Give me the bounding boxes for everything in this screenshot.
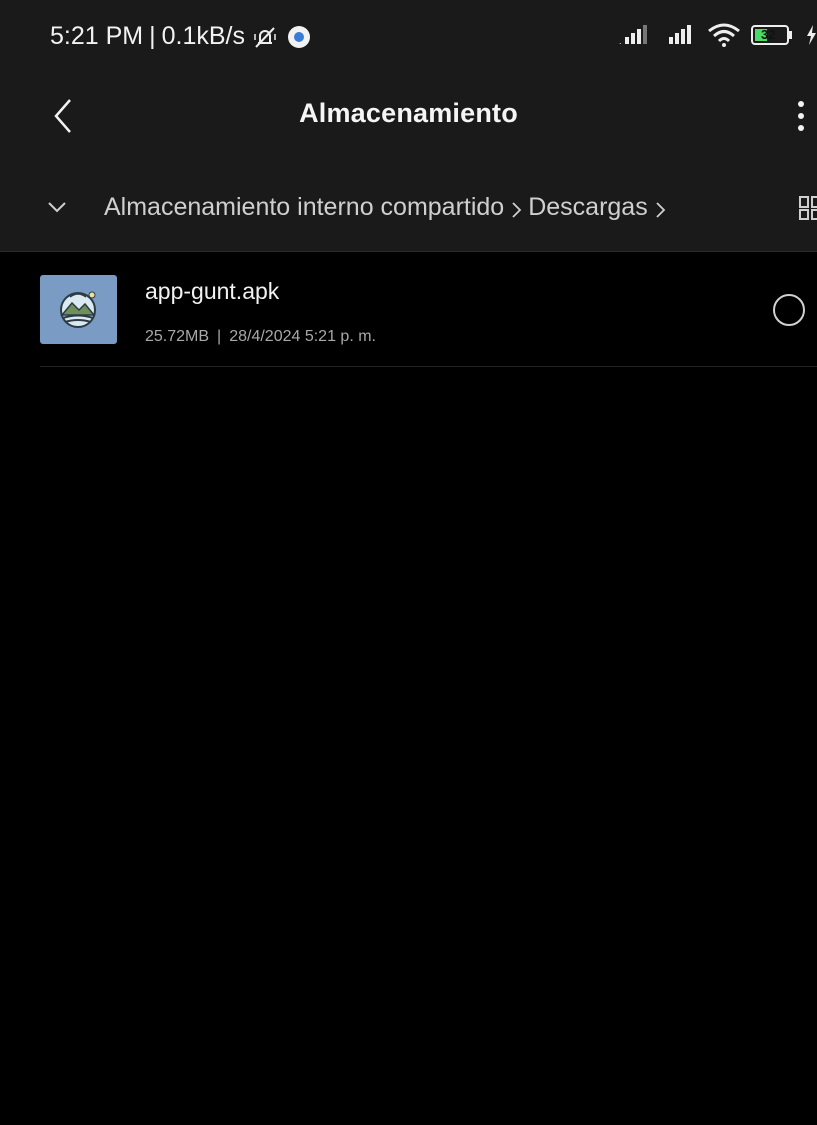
battery-level: 32 xyxy=(761,27,776,42)
wifi-icon xyxy=(707,22,741,48)
battery-icon: 32 xyxy=(751,24,795,46)
svg-text:.: . xyxy=(619,36,622,46)
file-meta: 25.72MB | 28/4/2024 5:21 p. m. xyxy=(145,328,376,346)
grid-view-button[interactable] xyxy=(798,195,817,221)
app-notification-icon xyxy=(285,23,313,51)
file-date: 28/4/2024 5:21 p. m. xyxy=(229,328,376,345)
breadcrumb-item-downloads[interactable]: Descargas xyxy=(528,193,648,222)
collapse-toggle-button[interactable] xyxy=(44,194,70,220)
chevron-right-icon xyxy=(654,198,666,218)
more-options-button[interactable] xyxy=(791,96,811,140)
status-right: . 32 xyxy=(619,22,817,48)
file-name: app-gunt.apk xyxy=(145,278,280,304)
chevron-right-icon xyxy=(510,198,522,218)
select-radio[interactable] xyxy=(773,294,805,326)
app-bar: Almacenamiento xyxy=(0,72,817,165)
network-speed: 0.1kB/s xyxy=(161,22,245,50)
meta-divider: | xyxy=(217,328,222,345)
vertical-dots-icon xyxy=(798,101,804,131)
vibrate-muted-icon xyxy=(251,23,279,51)
file-list-item[interactable]: app-gunt.apk 25.72MB | 28/4/2024 5:21 p. m… xyxy=(40,270,817,367)
breadcrumb-bar: Almacenamiento interno compartido Descar… xyxy=(0,164,817,252)
chevron-down-icon xyxy=(48,202,66,213)
status-bar: 5:21 PM | 0.1kB/s . 32 xyxy=(0,0,817,72)
status-left: 5:21 PM | 0.1kB/s xyxy=(50,22,313,51)
breadcrumb-item-internal-storage[interactable]: Almacenamiento interno compartido xyxy=(104,193,504,222)
status-separator: | xyxy=(149,22,156,50)
grid-view-icon xyxy=(799,196,817,220)
signal-icon xyxy=(663,24,697,46)
page-title: Almacenamiento xyxy=(299,98,518,128)
status-time: 5:21 PM xyxy=(50,22,144,50)
signal-icon: . xyxy=(619,24,653,46)
breadcrumb: Almacenamiento interno compartido Descar… xyxy=(104,193,672,222)
app-landscape-icon xyxy=(40,275,117,344)
file-manager-screen: 5:21 PM | 0.1kB/s . 32 Almacenamiento Al… xyxy=(0,0,817,1125)
file-size: 25.72MB xyxy=(145,328,210,345)
charging-icon xyxy=(805,24,817,46)
